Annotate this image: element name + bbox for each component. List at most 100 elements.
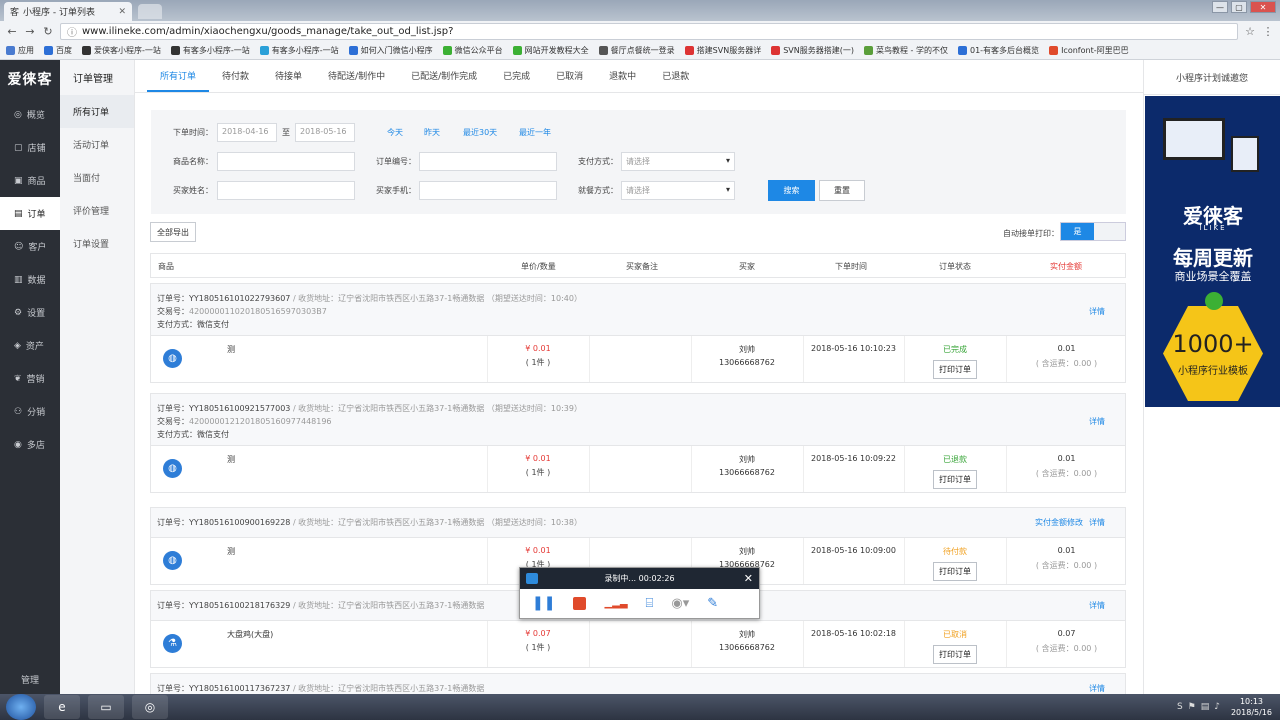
close-window-button[interactable]: ✕ [1250, 1, 1276, 13]
sidebar-item-7[interactable]: ◈ 资产 [0, 329, 60, 362]
pen-icon[interactable]: ✎ [707, 596, 718, 611]
sidebar-item-5[interactable]: ▥ 数据 [0, 263, 60, 296]
quick-today[interactable]: 今天 [387, 127, 403, 138]
reload-icon[interactable]: ↻ [42, 25, 54, 38]
sidebar-item-4[interactable]: ☺ 客户 [0, 230, 60, 263]
subnav-item-0[interactable]: 所有订单 [60, 95, 134, 128]
print-order-button[interactable]: 打印订单 [933, 360, 977, 379]
webcam-icon[interactable]: ◉▾ [671, 596, 689, 611]
bookmark-item[interactable]: 搭建SVN服务器详 [684, 45, 761, 56]
subnav-item-2[interactable]: 当面付 [60, 161, 134, 194]
bookmark-item[interactable]: 百度 [44, 45, 72, 56]
minimize-button[interactable]: — [1212, 1, 1228, 13]
close-icon[interactable]: ✕ [744, 572, 753, 585]
bookmark-item[interactable]: 有客多小程序-一站 [259, 45, 339, 56]
network-icon[interactable]: ▤ [1201, 702, 1210, 712]
sidebar-item-2[interactable]: ▣ 商品 [0, 164, 60, 197]
bookmark-item[interactable]: 网站开发教程大全 [512, 45, 589, 56]
browser-tab[interactable]: 客小程序 - 订单列表 ✕ [4, 2, 132, 21]
print-order-button[interactable]: 打印订单 [933, 562, 977, 581]
date-from-input[interactable]: 2018-04-16 [217, 123, 277, 142]
new-tab-button[interactable] [138, 4, 162, 19]
bookmark-item[interactable]: 爱侠客小程序-一站 [82, 45, 161, 56]
maximize-button[interactable]: ▢ [1231, 1, 1247, 13]
quick-year[interactable]: 最近一年 [519, 127, 551, 138]
bookmark-item[interactable]: 01-有客多后台概览 [957, 45, 1039, 56]
quick-yesterday[interactable]: 昨天 [424, 127, 440, 138]
bookmark-item[interactable]: 应用 [6, 45, 34, 56]
tab-close-icon[interactable]: ✕ [118, 7, 126, 17]
sidebar-item-label: 营销 [26, 375, 45, 385]
pause-icon[interactable]: ❚❚ [532, 595, 555, 611]
buyer-name-input[interactable] [217, 181, 355, 200]
bookmark-item[interactable]: 微信公众平台 [442, 45, 503, 56]
ie-icon[interactable]: e [44, 695, 80, 719]
quick-30days[interactable]: 最近30天 [463, 127, 497, 138]
bookmark-item[interactable]: 菜鸟教程 - 学的不仅 [864, 45, 948, 56]
bookmark-star-icon[interactable]: ☆ [1244, 25, 1256, 38]
sidebar-item-8[interactable]: ❦ 营销 [0, 362, 60, 395]
print-order-button[interactable]: 打印订单 [933, 470, 977, 489]
subnav-item-1[interactable]: 活动订单 [60, 128, 134, 161]
dining-method-select[interactable]: 请选择 ▾ [621, 181, 735, 200]
tab-3[interactable]: 待配送/制作中 [315, 69, 398, 92]
sidebar-item-6[interactable]: ⚙ 设置 [0, 296, 60, 329]
folder-icon[interactable]: ▭ [88, 695, 124, 719]
menu-icon[interactable]: ⋮ [1262, 25, 1274, 38]
bookmark-item[interactable]: 如何入门微信小程序 [348, 45, 433, 56]
bookmark-item[interactable]: 有客多小程序-一站 [170, 45, 250, 56]
bookmark-label: 网站开发教程大全 [524, 46, 589, 55]
search-button[interactable]: 搜索 [768, 180, 815, 201]
tab-0[interactable]: 所有订单 [147, 69, 210, 92]
bookmark-item[interactable]: SVN服务器搭建(一) [771, 45, 854, 56]
subnav-item-4[interactable]: 订单设置 [60, 227, 134, 260]
crop-icon[interactable]: ⌸ [646, 596, 654, 611]
details-link[interactable]: 详情 [1089, 600, 1105, 611]
tab-8[interactable]: 已退款 [649, 69, 702, 92]
subnav-item-3[interactable]: 评价管理 [60, 194, 134, 227]
start-button[interactable] [6, 694, 36, 720]
sidebar-item-3[interactable]: ▤ 订单 [0, 197, 60, 230]
url-input[interactable]: ⓘ www.ilineke.com/admin/xiaochengxu/goods… [60, 23, 1238, 40]
audio-level-icon[interactable]: ▁▂▃ [604, 598, 627, 609]
sidebar-manage[interactable]: 管理 [0, 673, 60, 686]
volume-icon[interactable]: ♪ [1214, 702, 1220, 712]
tab-6[interactable]: 已取消 [543, 69, 596, 92]
goods-name-input[interactable] [217, 152, 355, 171]
clock[interactable]: 10:13 2018/5/16 [1231, 696, 1272, 718]
bookmark-item[interactable]: 餐厅点餐统一登录 [598, 45, 675, 56]
sidebar-item-9[interactable]: ⚇ 分销 [0, 395, 60, 428]
tab-5[interactable]: 已完成 [490, 69, 543, 92]
buyer-phone-input[interactable] [419, 181, 557, 200]
details-link[interactable]: 详情 [1089, 517, 1105, 528]
reset-button[interactable]: 重置 [819, 180, 865, 201]
details-link[interactable]: 详情 [1089, 683, 1105, 694]
tray-icon[interactable]: S [1177, 702, 1183, 712]
export-all-button[interactable]: 全部导出 [150, 222, 196, 242]
tab-4[interactable]: 已配送/制作完成 [398, 69, 490, 92]
chrome-icon[interactable]: ◎ [132, 695, 168, 719]
forward-icon[interactable]: → [24, 25, 36, 38]
sidebar-item-1[interactable]: ▢ 店铺 [0, 131, 60, 164]
ad-line1: 每周更新 [1173, 246, 1253, 270]
stop-icon[interactable] [573, 596, 587, 610]
tab-2[interactable]: 待接单 [262, 69, 315, 92]
auto-print-toggle[interactable]: 是 [1060, 222, 1126, 241]
sidebar-item-label: 商品 [27, 177, 46, 187]
ad-header[interactable]: 小程序计划诚邀您 [1144, 60, 1280, 95]
sidebar-item-10[interactable]: ◉ 多店 [0, 428, 60, 461]
sidebar-item-0[interactable]: ◎ 概览 [0, 98, 60, 131]
tab-7[interactable]: 退款中 [596, 69, 649, 92]
pay-method-select[interactable]: 请选择 ▾ [621, 152, 735, 171]
ad-banner[interactable]: 爱徕客 ILIKE 每周更新 商业场景全覆盖 1000+ 小程序行业模板 [1145, 96, 1280, 407]
tab-1[interactable]: 待付款 [209, 69, 262, 92]
back-icon[interactable]: ← [6, 25, 18, 38]
date-to-input[interactable]: 2018-05-16 [295, 123, 355, 142]
print-order-button[interactable]: 打印订单 [933, 645, 977, 664]
edit-amount-link[interactable]: 实付金额修改 [1035, 517, 1083, 528]
order-no-input[interactable] [419, 152, 557, 171]
flag-icon[interactable]: ⚑ [1188, 702, 1196, 712]
details-link[interactable]: 详情 [1089, 306, 1105, 317]
details-link[interactable]: 详情 [1089, 416, 1105, 427]
bookmark-item[interactable]: Iconfont-阿里巴巴 [1049, 45, 1129, 56]
